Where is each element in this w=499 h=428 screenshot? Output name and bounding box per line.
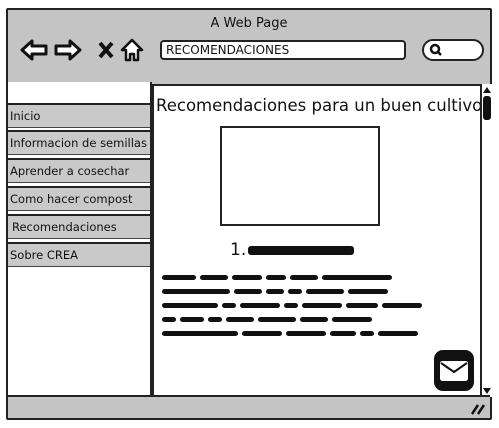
scribbled-word (162, 302, 218, 308)
scribbled-word (360, 330, 374, 336)
forward-arrow-icon (54, 39, 82, 61)
scribbled-word (266, 288, 284, 294)
scribbled-word (300, 316, 328, 322)
search-icon (429, 43, 442, 56)
scribbled-word (162, 316, 176, 322)
scribbled-word (208, 316, 222, 322)
scribbled-line (162, 270, 426, 284)
scribbled-word (232, 274, 262, 280)
list-heading: 1. (230, 240, 358, 260)
scribbled-word (242, 330, 282, 336)
home-button[interactable] (120, 38, 144, 62)
sidebar-item-compost[interactable]: Como hacer compost (8, 186, 150, 211)
scribbled-word (162, 288, 230, 294)
sidebar-item-semillas[interactable]: Informacion de semillas (8, 130, 150, 155)
back-button[interactable] (20, 38, 48, 62)
scribbled-word (306, 288, 344, 294)
sidebar-item-inicio[interactable]: Inicio (8, 103, 150, 128)
scribbled-word (180, 316, 204, 322)
scribbled-word (302, 302, 342, 308)
close-icon (98, 41, 114, 59)
scribbled-word (330, 330, 356, 336)
scribbled-word (226, 316, 254, 322)
scribbled-word (382, 302, 422, 308)
list-number: 1. (230, 240, 247, 260)
sidebar-item-cosechar[interactable]: Aprender a cosechar (8, 158, 150, 183)
content-panel: Recomendaciones para un buen cultivo 1. (152, 84, 483, 397)
scribbled-word (222, 302, 236, 308)
scribbled-word (286, 330, 326, 336)
status-bar (8, 395, 490, 418)
scribbled-word (284, 302, 298, 308)
scribbled-line (162, 326, 426, 340)
resize-grip-icon[interactable] (470, 401, 486, 415)
home-icon (120, 38, 144, 62)
browser-window: A Web Page RECOMENDACIONES Inicio Inform… (6, 8, 492, 420)
scribbled-line (162, 312, 426, 326)
vertical-scrollbar[interactable] (480, 84, 492, 397)
scribbled-paragraph (162, 270, 426, 340)
search-field[interactable] (422, 39, 484, 61)
scribbled-word (348, 288, 388, 294)
scribbled-word (332, 316, 372, 322)
scroll-down-icon[interactable] (482, 387, 492, 395)
scribbled-line (162, 298, 426, 312)
scribbled-word (266, 274, 286, 280)
scribbled-word (378, 330, 418, 336)
scrollbar-thumb[interactable] (483, 96, 491, 120)
scribbled-word (200, 274, 228, 280)
mail-button[interactable] (434, 350, 474, 391)
scribbled-line (162, 284, 426, 298)
page-heading: Recomendaciones para un buen cultivo (156, 96, 483, 115)
scribbled-word (322, 274, 392, 280)
scribbled-word (162, 330, 238, 336)
scribbled-heading (248, 245, 355, 255)
forward-button[interactable] (54, 38, 82, 62)
stop-button[interactable] (98, 38, 114, 62)
scribbled-word (240, 302, 280, 308)
sidebar-item-recomendaciones[interactable]: Recomendaciones (8, 214, 150, 239)
scribbled-word (234, 288, 262, 294)
scribbled-word (290, 274, 318, 280)
sidebar-item-sobre-crea[interactable]: Sobre CREA (8, 242, 150, 267)
scribbled-word (258, 316, 296, 322)
scroll-up-icon[interactable] (482, 86, 492, 94)
mail-icon (440, 360, 468, 381)
image-placeholder (220, 126, 380, 226)
window-title: A Web Page (210, 16, 288, 31)
scribbled-word (288, 288, 302, 294)
scribbled-word (162, 274, 196, 280)
url-field[interactable]: RECOMENDACIONES (160, 40, 406, 60)
back-arrow-icon (20, 39, 48, 61)
sidebar: Inicio Informacion de semillas Aprender … (8, 82, 152, 396)
scribbled-word (346, 302, 378, 308)
